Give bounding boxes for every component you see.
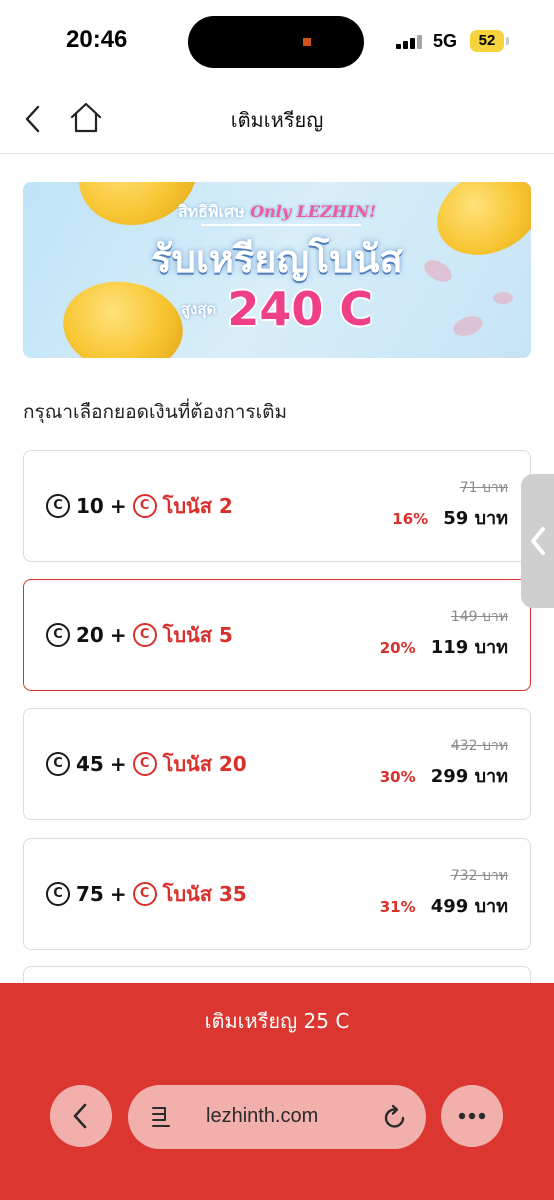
- plus-sign: +: [109, 752, 127, 776]
- package-pricing: 71 บาท 16% 59 บาท: [392, 477, 508, 532]
- banner-amount: 240 C: [227, 282, 374, 336]
- package-price: 499 บาท: [430, 896, 508, 917]
- reload-icon[interactable]: [382, 1103, 408, 1131]
- section-title: กรุณาเลือกยอดเงินที่ต้องการเติม: [23, 401, 287, 423]
- browser-back-button[interactable]: [50, 1085, 112, 1147]
- package-discount: 31%: [379, 898, 416, 916]
- package-bonus: โบนัส 35: [162, 882, 247, 906]
- package-option-20[interactable]: C 20 + C โบนัส 5 149 บาท 20% 119 บาท: [23, 579, 531, 691]
- battery-tip: [506, 37, 509, 45]
- banner-underline: [201, 224, 361, 226]
- coin-icon: C: [46, 494, 70, 518]
- package-price: 299 บาท: [430, 766, 508, 787]
- recording-indicator: [303, 38, 311, 46]
- bonus-coin-icon: C: [132, 752, 157, 776]
- reader-icon[interactable]: [150, 1105, 172, 1129]
- package-option-45[interactable]: C 45 + C โบนัส 20 432 บาท 30% 299 บาท: [23, 708, 531, 820]
- app-header: เติมเหรียญ: [0, 84, 554, 154]
- package-bonus: โบนัส 5: [162, 623, 233, 647]
- side-panel-handle[interactable]: [521, 474, 554, 608]
- promo-banner[interactable]: สิทธิพิเศษ Only LEZHIN! รับเหรียญโบนัส ส…: [23, 182, 531, 358]
- package-coins: C 75 + C โบนัส 35: [46, 879, 247, 909]
- banner-prefix: สิทธิพิเศษ Only LEZHIN!: [23, 200, 531, 225]
- bottom-bar: เติมเหรียญ 25 C lezhinth.com: [0, 983, 554, 1200]
- banner-prefix-highlight: Only LEZHIN!: [250, 202, 377, 221]
- banner-amount-row: สูงสุด 240 C: [23, 282, 531, 336]
- package-bonus: โบนัส 20: [162, 752, 247, 776]
- battery-icon: 52: [470, 30, 504, 52]
- chevron-left-icon: [531, 527, 545, 555]
- address-bar[interactable]: lezhinth.com: [128, 1085, 426, 1149]
- package-coin-amount: 75: [76, 882, 104, 906]
- bonus-coin-icon: C: [132, 494, 157, 518]
- package-bonus: โบนัส 2: [162, 494, 233, 518]
- coin-icon: C: [46, 752, 70, 776]
- package-old-price: 71 บาท: [459, 480, 508, 496]
- package-pricing: 732 บาท 31% 499 บาท: [380, 865, 508, 920]
- network-type: 5G: [433, 31, 458, 51]
- package-old-price: 149 บาท: [450, 609, 508, 625]
- package-coin-amount: 45: [76, 752, 104, 776]
- package-option-75[interactable]: C 75 + C โบนัส 35 732 บาท 31% 499 บาท: [23, 838, 531, 950]
- banner-headline: รับเหรียญโบนัส: [151, 237, 403, 281]
- status-bar: 20:46 5G 52: [0, 0, 554, 84]
- package-pricing: 149 บาท 20% 119 บาท: [380, 606, 508, 661]
- more-icon: [458, 1112, 486, 1120]
- package-option-10[interactable]: C 10 + C โบนัส 2 71 บาท 16% 59 บาท: [23, 450, 531, 562]
- browser-toolbar: lezhinth.com: [0, 1083, 554, 1153]
- plus-sign: +: [109, 494, 127, 518]
- package-coin-amount: 10: [76, 494, 104, 518]
- topup-button[interactable]: เติมเหรียญ 25 C: [0, 983, 554, 1059]
- banner-max-label: สูงสุด: [180, 300, 217, 318]
- package-discount: 20%: [379, 639, 416, 657]
- package-price: 119 บาท: [430, 637, 508, 658]
- package-discount: 16%: [392, 510, 429, 528]
- status-time: 20:46: [66, 26, 128, 53]
- package-price: 59 บาท: [443, 508, 508, 529]
- package-pricing: 432 บาท 30% 299 บาท: [380, 735, 508, 790]
- dynamic-island: [188, 16, 364, 68]
- bonus-coin-icon: C: [132, 623, 157, 647]
- package-discount: 30%: [379, 768, 416, 786]
- signal-icon: [396, 33, 426, 49]
- coin-icon: C: [46, 882, 70, 906]
- banner-prefix-text: สิทธิพิเศษ: [177, 202, 245, 221]
- package-old-price: 432 บาท: [450, 738, 508, 754]
- more-options-button[interactable]: [441, 1085, 503, 1147]
- plus-sign: +: [109, 882, 127, 906]
- package-coins: C 20 + C โบนัส 5: [46, 620, 233, 650]
- package-coins: C 10 + C โบนัส 2: [46, 491, 233, 521]
- back-icon: [73, 1103, 87, 1129]
- url-text: lezhinth.com: [206, 1105, 319, 1127]
- package-coins: C 45 + C โบนัส 20: [46, 749, 247, 779]
- package-old-price: 732 บาท: [450, 868, 508, 884]
- package-coin-amount: 20: [76, 623, 104, 647]
- page-title: เติมเหรียญ: [230, 108, 324, 132]
- coin-icon: C: [46, 623, 70, 647]
- bonus-coin-icon: C: [132, 882, 157, 906]
- plus-sign: +: [109, 623, 127, 647]
